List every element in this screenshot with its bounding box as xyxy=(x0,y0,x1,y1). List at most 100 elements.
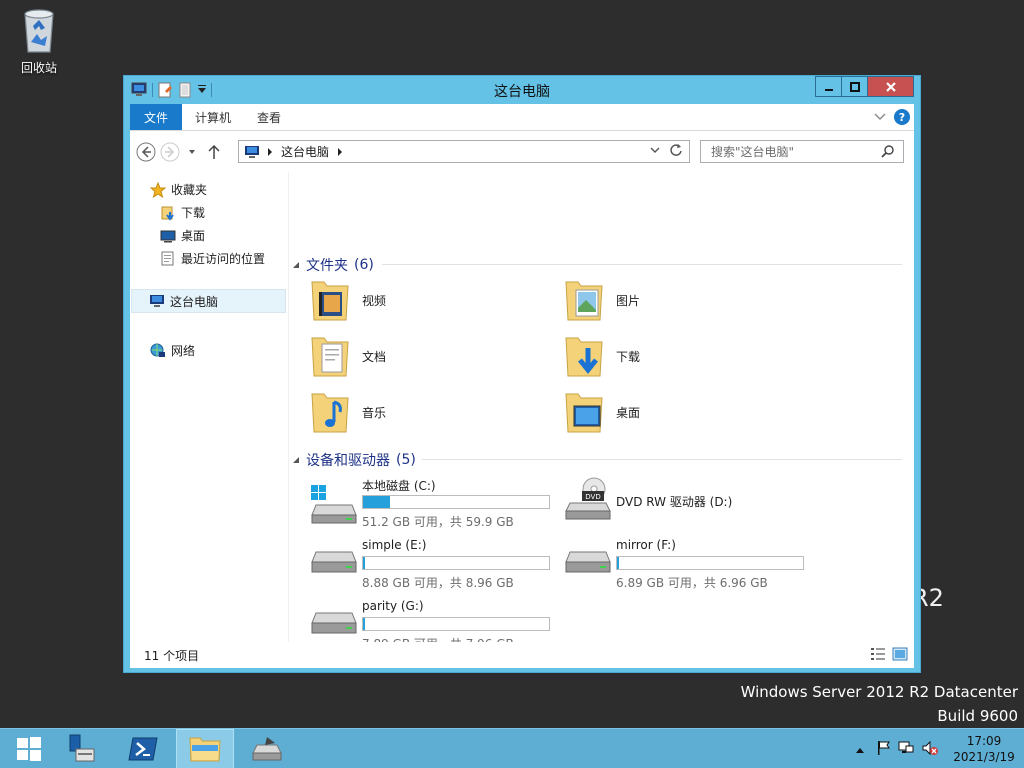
drive-free-space: 8.88 GB 可用，共 8.96 GB xyxy=(362,576,514,590)
folder-item-documents[interactable]: 文档 xyxy=(310,334,386,378)
drive-item-f[interactable]: mirror (F:) 6.89 GB 可用，共 6.96 GB xyxy=(564,538,814,594)
drive-usage-bar xyxy=(362,495,550,509)
start-button[interactable] xyxy=(0,729,58,768)
nav-favorites-label: 收藏夹 xyxy=(171,183,208,197)
minimize-button[interactable] xyxy=(815,76,842,97)
help-button[interactable]: ? xyxy=(894,109,910,125)
refresh-icon xyxy=(670,144,682,156)
music-folder-icon xyxy=(311,393,349,433)
recycle-bin-shortcut[interactable]: 回收站 xyxy=(14,6,64,76)
status-bar: 11 个项目 xyxy=(130,642,914,668)
nav-favorites[interactable]: 收藏夹 xyxy=(150,181,207,198)
address-history-button[interactable] xyxy=(649,144,661,159)
window-title: 这台电脑 xyxy=(494,84,550,100)
folder-item-videos[interactable]: 视频 xyxy=(310,278,386,322)
nav-downloads-label: 下载 xyxy=(181,206,206,220)
recent-locations-button[interactable] xyxy=(182,142,202,162)
action-center-icon[interactable] xyxy=(876,740,890,759)
clock[interactable]: 17:09 2021/3/19 xyxy=(944,733,1024,765)
details-view-button[interactable] xyxy=(870,647,886,664)
nav-recent-places[interactable]: 最近访问的位置 xyxy=(160,250,265,267)
network-icon xyxy=(150,343,165,357)
expand-ribbon-button[interactable] xyxy=(874,110,886,124)
powershell-icon xyxy=(128,737,158,761)
folder-item-music[interactable]: 音乐 xyxy=(310,390,386,434)
nav-desktop[interactable]: 桌面 xyxy=(160,227,205,244)
chevron-down-icon xyxy=(874,113,886,120)
tab-file[interactable]: 文件 xyxy=(130,104,183,130)
drive-free-space: 51.2 GB 可用，共 59.9 GB xyxy=(362,515,514,529)
hard-drive-icon xyxy=(311,612,357,634)
folder-name: 视频 xyxy=(362,293,387,308)
close-icon xyxy=(885,81,896,92)
drive-usage-fill xyxy=(363,618,365,630)
drive-usage-fill xyxy=(363,557,365,569)
ribbon: 文件 计算机 查看 ? xyxy=(130,104,914,130)
chevron-down-icon xyxy=(650,147,660,153)
search-box[interactable]: 搜索"这台电脑" xyxy=(700,140,904,163)
system-drive-icon xyxy=(311,485,357,524)
build-watermark: Build 9600 xyxy=(937,707,1018,725)
volume-muted-icon[interactable] xyxy=(922,740,938,759)
minimize-icon xyxy=(824,88,833,91)
computer-icon xyxy=(150,295,164,307)
drive-usage-fill xyxy=(363,496,390,508)
drive-usage-bar xyxy=(362,617,550,631)
folders-group-header[interactable]: 文件夹 (6) xyxy=(292,255,374,275)
folder-name: 桌面 xyxy=(616,405,641,420)
clock-time: 17:09 xyxy=(966,734,1002,748)
drive-usage-bar xyxy=(616,556,804,570)
large-icons-view-button[interactable] xyxy=(892,647,908,664)
folder-name: 文档 xyxy=(362,349,387,364)
drives-group-label: 设备和驱动器 xyxy=(306,453,390,469)
server-manager-icon xyxy=(69,734,95,762)
maximize-button[interactable] xyxy=(841,76,868,97)
drive-item-e[interactable]: simple (E:) 8.88 GB 可用，共 8.96 GB xyxy=(310,538,560,594)
drives-group-count: (5) xyxy=(396,452,416,468)
folder-name: 图片 xyxy=(616,293,641,308)
folder-item-desktop[interactable]: 桌面 xyxy=(564,390,640,434)
drive-name: mirror (F:) xyxy=(616,538,676,552)
downloads-folder-icon xyxy=(565,337,603,377)
search-icon[interactable] xyxy=(881,144,895,161)
large-icons-view-icon xyxy=(892,647,908,661)
breadcrumb-arrow-icon[interactable] xyxy=(267,147,273,156)
nav-network[interactable]: 网络 xyxy=(150,342,195,359)
title-bar[interactable]: 这台电脑 xyxy=(124,76,920,104)
group-divider xyxy=(382,264,902,265)
refresh-button[interactable] xyxy=(669,143,683,160)
taskbar-storage-app[interactable] xyxy=(238,729,296,768)
pictures-folder-icon xyxy=(565,281,603,321)
close-button[interactable] xyxy=(867,76,914,97)
folder-item-downloads[interactable]: 下载 xyxy=(564,334,640,378)
taskbar-file-explorer[interactable] xyxy=(176,729,234,768)
drive-item-c[interactable]: 本地磁盘 (C:) 51.2 GB 可用，共 59.9 GB xyxy=(310,477,560,533)
search-placeholder: 搜索"这台电脑" xyxy=(711,145,795,159)
forward-arrow-icon xyxy=(160,142,180,162)
tab-view[interactable]: 查看 xyxy=(244,104,294,130)
system-tray: 17:09 2021/3/19 xyxy=(856,729,1024,768)
drive-name: DVD RW 驱动器 (D:) xyxy=(616,495,733,509)
back-button[interactable] xyxy=(136,142,156,162)
drive-name: simple (E:) xyxy=(362,538,427,552)
folder-item-pictures[interactable]: 图片 xyxy=(564,278,640,322)
breadcrumb-this-pc[interactable]: 这台电脑 xyxy=(281,143,329,160)
nav-downloads[interactable]: 下载 xyxy=(160,204,205,221)
taskbar-powershell[interactable] xyxy=(114,729,172,768)
drive-name: parity (G:) xyxy=(362,599,424,613)
drive-item-d[interactable]: DVD DVD RW 驱动器 (D:) xyxy=(564,477,814,533)
network-status-icon[interactable] xyxy=(898,740,914,759)
collapse-triangle-icon xyxy=(293,262,299,268)
hard-drive-icon xyxy=(565,551,611,573)
breadcrumb-arrow-icon[interactable] xyxy=(337,147,343,156)
forward-button[interactable] xyxy=(160,142,180,162)
show-hidden-icons-button[interactable] xyxy=(856,742,864,756)
tab-computer[interactable]: 计算机 xyxy=(182,104,244,130)
nav-this-pc[interactable]: 这台电脑 xyxy=(131,289,286,313)
window-controls xyxy=(815,76,914,97)
drives-group-header[interactable]: 设备和驱动器 (5) xyxy=(292,450,416,470)
taskbar-server-manager[interactable] xyxy=(52,729,110,768)
address-bar[interactable]: 这台电脑 xyxy=(238,140,690,163)
up-button[interactable] xyxy=(204,142,224,162)
drive-usage-fill xyxy=(617,557,619,569)
